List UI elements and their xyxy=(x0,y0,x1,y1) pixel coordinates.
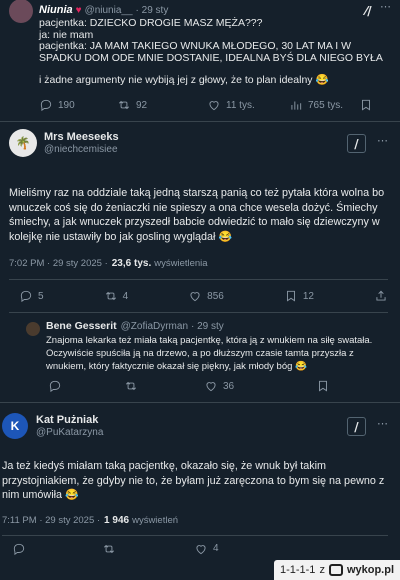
heart-emoji-icon: ♥ xyxy=(75,4,82,16)
reply-icon xyxy=(49,380,61,393)
reply-button[interactable] xyxy=(12,542,102,556)
avatar[interactable]: 🌴 xyxy=(9,129,37,157)
bookmark-button[interactable]: 12 xyxy=(284,289,314,303)
repost-button[interactable]: 92 xyxy=(117,98,207,112)
bookmark-button[interactable] xyxy=(316,379,330,393)
tweet-kat-puzniak: K Kat Pużniak @PuKatarzyna / ⋯ Ja też ki… xyxy=(0,403,400,562)
author-name[interactable]: Mrs Meeseeks xyxy=(44,131,119,143)
wykop-watermark: 1-1-1-1 z wykop.pl xyxy=(273,560,400,580)
watermark-score: 1-1-1-1 xyxy=(279,564,316,576)
repost-button[interactable] xyxy=(102,542,194,556)
tweet-body: Znajoma lekarka też miała taką pacjentkę… xyxy=(46,335,373,372)
avatar[interactable] xyxy=(9,0,33,23)
share-icon xyxy=(376,290,386,301)
repost-icon xyxy=(119,100,129,110)
like-button[interactable]: 4 xyxy=(194,542,219,556)
view-label: wyświetleń xyxy=(132,514,179,526)
like-button[interactable]: 36 xyxy=(204,379,286,393)
view-label: wyświetlenia xyxy=(154,258,208,269)
bookmark-icon xyxy=(319,380,327,392)
reply-button[interactable]: 190 xyxy=(39,98,117,112)
tweet-mrs-meeseeks: 🌴 Mrs Meeseeks @niechcemisiee / ⋯ Mieliś… xyxy=(0,122,400,313)
repost-button[interactable]: 4 xyxy=(104,289,128,303)
tree-logo-icon: 🌴 xyxy=(15,136,31,150)
tweet-bene-gesserit: Bene Gesserit @ZofiaDyrman · 29 sty Znaj… xyxy=(0,313,400,393)
author-name[interactable]: Kat Pużniak xyxy=(36,414,103,426)
tweet-body-continued: i żadne argumenty nie wybiją jej z głowy… xyxy=(39,74,329,86)
grok-icon[interactable]: / xyxy=(347,417,366,436)
reply-icon xyxy=(20,290,32,303)
tweet-timestamp[interactable]: 7:02 PM · 29 sty 2025 · xyxy=(9,258,108,269)
repost-icon xyxy=(104,544,114,553)
grok-icon[interactable]: ⁄/ xyxy=(360,2,377,19)
tweet-meta: 7:11 PM · 29 sty 2025 · 1 946 wyświetleń xyxy=(2,515,388,526)
more-options-icon[interactable]: ⋯ xyxy=(377,417,388,430)
author-name[interactable]: Bene Gesserit xyxy=(46,320,117,332)
reply-icon xyxy=(40,99,52,112)
bookmark-icon xyxy=(362,99,370,111)
like-button[interactable]: 856 xyxy=(188,289,224,303)
watermark-separator: z xyxy=(319,564,325,576)
reply-button[interactable]: 5 xyxy=(19,289,44,303)
repost-icon xyxy=(126,381,136,391)
reply-button[interactable] xyxy=(48,379,124,393)
views-button[interactable]: 765 tys. xyxy=(289,98,359,112)
grok-icon[interactable]: / xyxy=(347,134,366,153)
tweet-niunia: Niunia ♥ @niunia__ · 29 sty ⁄/ ⋯ pacjent… xyxy=(0,0,400,112)
author-handle[interactable]: @PuKatarzyna xyxy=(36,427,103,438)
tweet-actions: 190 92 11 tys. 765 tys. xyxy=(39,98,391,112)
tweet-date[interactable]: · 29 sty xyxy=(136,5,169,16)
bookmark-button[interactable] xyxy=(359,98,373,112)
tweet-actions: 36 xyxy=(48,379,390,393)
repost-icon xyxy=(105,291,116,301)
author-handle[interactable]: @niunia__ xyxy=(85,5,133,16)
views-chart-icon xyxy=(291,101,302,110)
wykop-logo-icon xyxy=(328,564,343,576)
like-button[interactable]: 11 tys. xyxy=(207,98,289,112)
tweet-date[interactable]: · 29 sty xyxy=(191,321,224,332)
share-button[interactable] xyxy=(374,289,388,303)
heart-icon xyxy=(209,101,219,111)
heart-icon xyxy=(190,292,200,302)
watermark-site: wykop.pl xyxy=(346,564,394,576)
bookmark-icon xyxy=(286,290,295,302)
repost-button[interactable] xyxy=(124,379,204,393)
view-count: 23,6 tys. xyxy=(111,258,152,269)
tweet-body: pacjentka: DZIECKO DROGIE MASZ MĘŻA??? j… xyxy=(39,17,383,64)
heart-icon xyxy=(196,544,206,554)
author-handle[interactable]: @niechcemisiee xyxy=(44,144,119,155)
tweet-actions: 5 4 856 12 xyxy=(9,280,388,312)
tweet-actions: 4 xyxy=(2,536,388,562)
avatar[interactable] xyxy=(26,322,40,336)
author-handle[interactable]: @ZofiaDyrman xyxy=(121,321,188,332)
tweet-body: Mieliśmy raz na oddziale taką jedną star… xyxy=(9,187,385,243)
tweet-timestamp[interactable]: 7:11 PM · 29 sty 2025 · xyxy=(2,515,100,526)
more-options-icon[interactable]: ⋯ xyxy=(380,0,391,13)
heart-icon xyxy=(206,382,216,392)
author-name[interactable]: Niunia xyxy=(39,4,73,16)
tweet-meta: 7:02 PM · 29 sty 2025 · 23,6 tys. wyświe… xyxy=(9,258,388,269)
tweet-body: Ja też kiedyś miałam taką pacjentkę, oka… xyxy=(2,460,385,501)
avatar[interactable]: K xyxy=(2,413,28,439)
more-options-icon[interactable]: ⋯ xyxy=(377,134,388,147)
view-count: 1 946 xyxy=(104,514,130,526)
reply-icon xyxy=(13,543,25,555)
